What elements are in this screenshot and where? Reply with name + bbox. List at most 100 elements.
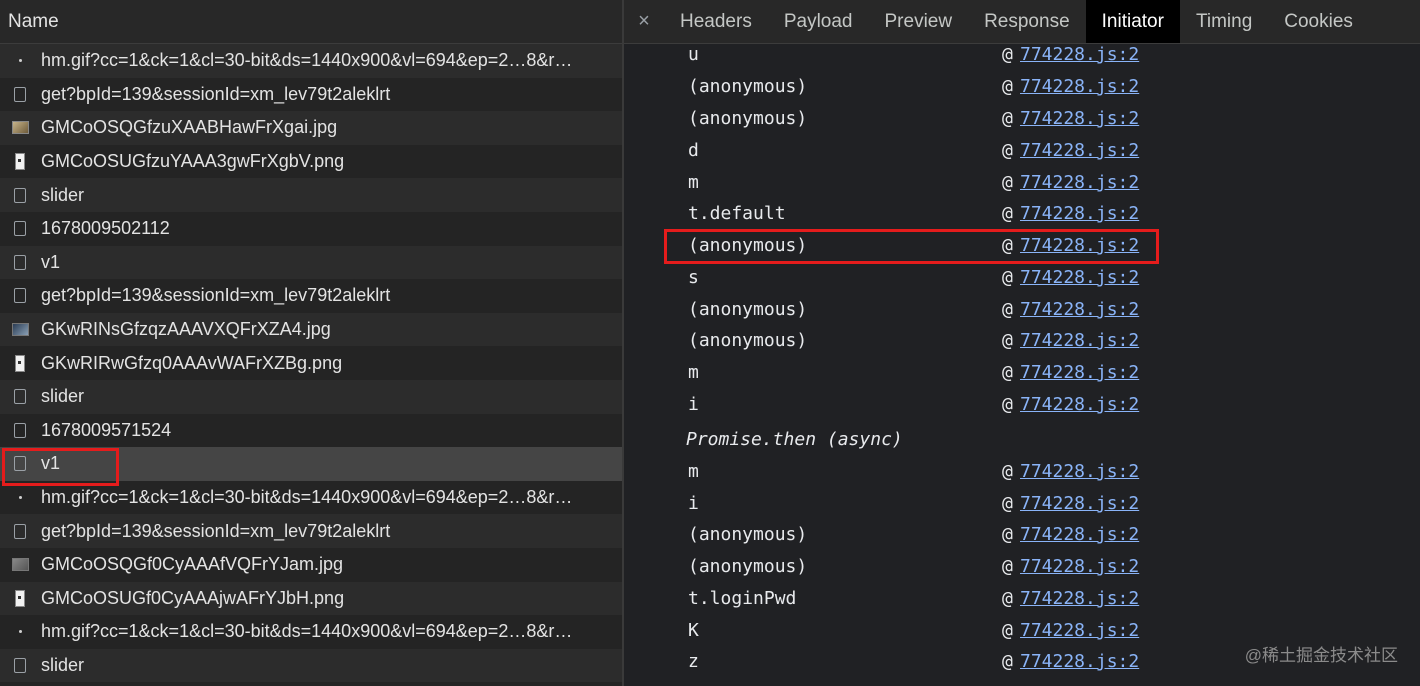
stack-frame: t.default @774228.js:2 xyxy=(624,199,1420,230)
async-label: Promise.then (async) xyxy=(686,429,903,450)
close-icon[interactable]: × xyxy=(624,0,664,43)
request-list: hm.gif?cc=1&ck=1&cl=30-bit&ds=1440x900&v… xyxy=(0,44,622,683)
stack-frame: (anonymous) @774228.js:2 xyxy=(624,295,1420,326)
request-row[interactable]: v1 xyxy=(0,245,622,280)
request-row[interactable]: get?bpId=139&sessionId=xm_lev79t2aleklrt xyxy=(0,514,622,548)
at-symbol: @ xyxy=(1002,172,1013,193)
source-link[interactable]: 774228.js:2 xyxy=(1020,267,1139,288)
source-link[interactable]: 774228.js:2 xyxy=(1020,299,1139,320)
source-link[interactable]: 774228.js:2 xyxy=(1020,651,1139,672)
source-link[interactable]: 774228.js:2 xyxy=(1020,203,1139,224)
frame-function-name: (anonymous) xyxy=(688,108,808,129)
at-symbol: @ xyxy=(1002,493,1013,514)
tab-response[interactable]: Response xyxy=(968,0,1086,43)
at-symbol: @ xyxy=(1002,394,1013,415)
tab-preview[interactable]: Preview xyxy=(869,0,969,43)
checkbox-icon xyxy=(5,422,35,438)
tab-payload[interactable]: Payload xyxy=(768,0,869,43)
checkbox-icon xyxy=(5,657,35,673)
checkbox-icon xyxy=(5,221,35,237)
frame-function-name: m xyxy=(688,172,699,193)
source-link[interactable]: 774228.js:2 xyxy=(1020,394,1139,415)
stack-frame: m @774228.js:2 xyxy=(624,358,1420,389)
source-link[interactable]: 774228.js:2 xyxy=(1020,172,1139,193)
image-portrait-icon xyxy=(5,153,35,171)
request-name: slider xyxy=(41,184,85,205)
frame-function-name: (anonymous) xyxy=(688,235,808,256)
at-symbol: @ xyxy=(1002,362,1013,383)
image-thumbnail-icon xyxy=(5,121,35,135)
checkbox-icon xyxy=(5,456,35,472)
image-portrait-icon xyxy=(5,354,35,372)
request-name: slider xyxy=(41,386,85,407)
stack-frame: s @774228.js:2 xyxy=(624,263,1420,294)
image-thumbnail-icon xyxy=(5,558,35,572)
request-row[interactable]: GKwRIRwGfzq0AAAvWAFrXZBg.png xyxy=(0,346,622,380)
tab-initiator[interactable]: Initiator xyxy=(1085,0,1180,43)
source-link[interactable]: 774228.js:2 xyxy=(1020,140,1139,161)
stack-frame: m @774228.js:2 xyxy=(624,457,1420,488)
stack-frame: i @774228.js:2 xyxy=(624,390,1420,421)
request-row[interactable]: hm.gif?cc=1&ck=1&cl=30-bit&ds=1440x900&v… xyxy=(0,44,622,78)
source-link[interactable]: 774228.js:2 xyxy=(1020,588,1139,609)
request-row[interactable]: slider xyxy=(0,178,622,212)
request-row[interactable]: GMCoOSQGf0CyAAAfVQFrYJam.jpg xyxy=(0,547,622,582)
request-name: get?bpId=139&sessionId=xm_lev79t2aleklrt xyxy=(41,285,391,306)
frame-function-name: d xyxy=(688,140,699,161)
source-link[interactable]: 774228.js:2 xyxy=(1020,493,1139,514)
request-row[interactable]: hm.gif?cc=1&ck=1&cl=30-bit&ds=1440x900&v… xyxy=(0,615,622,649)
frame-function-name: (anonymous) xyxy=(688,524,808,545)
tab-timing[interactable]: Timing xyxy=(1180,0,1268,43)
request-row[interactable]: v1 xyxy=(0,447,622,481)
request-row[interactable]: GKwRINsGfzqzAAAVXQFrXZA4.jpg xyxy=(0,312,622,347)
request-row[interactable]: get?bpId=139&sessionId=xm_lev79t2aleklrt xyxy=(0,279,622,313)
at-symbol: @ xyxy=(1002,267,1013,288)
request-row[interactable]: 1678009571524 xyxy=(0,413,622,448)
request-row[interactable]: 1678009502112 xyxy=(0,211,622,246)
name-column-header[interactable]: Name xyxy=(0,0,622,44)
source-link[interactable]: 774228.js:2 xyxy=(1020,235,1139,256)
request-name: slider xyxy=(41,654,85,675)
source-link[interactable]: 774228.js:2 xyxy=(1020,620,1139,641)
name-header-label: Name xyxy=(8,10,59,32)
at-symbol: @ xyxy=(1002,140,1013,161)
request-row[interactable]: GMCoOSQGfzuXAABHawFrXgai.jpg xyxy=(0,111,622,145)
source-link[interactable]: 774228.js:2 xyxy=(1020,76,1139,97)
request-name: get?bpId=139&sessionId=xm_lev79t2aleklrt xyxy=(41,520,391,541)
source-link[interactable]: 774228.js:2 xyxy=(1020,108,1139,129)
tab-cookies[interactable]: Cookies xyxy=(1268,0,1369,43)
request-row[interactable]: GMCoOSUGfzuYAAA3gwFrXgbV.png xyxy=(0,144,622,179)
at-symbol: @ xyxy=(1002,524,1013,545)
at-symbol: @ xyxy=(1002,651,1013,672)
at-symbol: @ xyxy=(1002,588,1013,609)
stack-frame: (anonymous) @774228.js:2 xyxy=(624,231,1420,262)
request-list-panel: Name hm.gif?cc=1&ck=1&cl=30-bit&ds=1440x… xyxy=(0,0,622,686)
source-link[interactable]: 774228.js:2 xyxy=(1020,524,1139,545)
request-name: v1 xyxy=(41,251,61,272)
request-name: GMCoOSUGfzuYAAA3gwFrXgbV.png xyxy=(41,151,345,172)
request-row[interactable]: slider xyxy=(0,379,622,414)
request-row[interactable]: GMCoOSUGf0CyAAAjwAFrYJbH.png xyxy=(0,581,622,616)
request-row[interactable]: slider xyxy=(0,648,622,683)
request-name: 1678009571524 xyxy=(41,419,172,440)
tab-headers[interactable]: Headers xyxy=(664,0,768,43)
checkbox-icon xyxy=(5,254,35,270)
request-name: hm.gif?cc=1&ck=1&cl=30-bit&ds=1440x900&v… xyxy=(41,487,573,508)
source-link[interactable]: 774228.js:2 xyxy=(1020,362,1139,383)
stack-frame: (anonymous) @774228.js:2 xyxy=(624,552,1420,583)
image-portrait-icon xyxy=(5,589,35,607)
source-link[interactable]: 774228.js:2 xyxy=(1020,44,1139,65)
dot-icon xyxy=(5,59,35,63)
request-row[interactable]: get?bpId=139&sessionId=xm_lev79t2aleklrt xyxy=(0,77,622,112)
source-link[interactable]: 774228.js:2 xyxy=(1020,330,1139,351)
stack-frame: u @774228.js:2 xyxy=(624,40,1420,71)
frame-function-name: m xyxy=(688,362,699,383)
image-thumbnail-icon xyxy=(5,323,35,337)
checkbox-icon xyxy=(5,288,35,304)
source-link[interactable]: 774228.js:2 xyxy=(1020,461,1139,482)
source-link[interactable]: 774228.js:2 xyxy=(1020,556,1139,577)
request-row[interactable]: hm.gif?cc=1&ck=1&cl=30-bit&ds=1440x900&v… xyxy=(0,480,622,515)
request-name: get?bpId=139&sessionId=xm_lev79t2aleklrt xyxy=(41,83,391,104)
at-symbol: @ xyxy=(1002,203,1013,224)
checkbox-icon xyxy=(5,86,35,102)
